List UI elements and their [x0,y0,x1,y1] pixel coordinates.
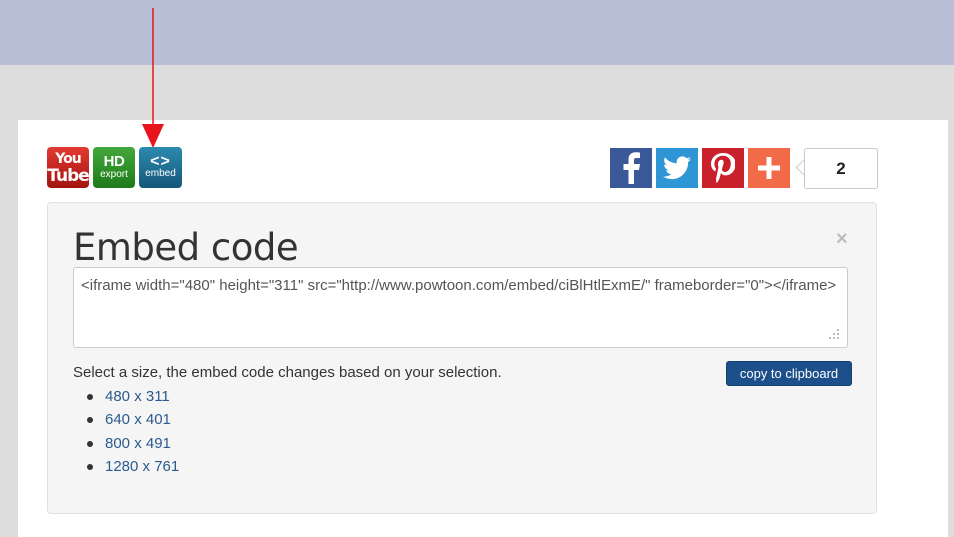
twitter-icon [663,156,691,180]
twitter-share-button[interactable] [656,148,698,188]
export-label: export [100,168,128,180]
share-count-value: 2 [836,158,846,178]
size-option: 480 x 311 [87,385,179,408]
pinterest-share-button[interactable] [702,148,744,188]
hd-export-button[interactable]: HD export [93,147,135,188]
copy-to-clipboard-button[interactable]: copy to clipboard [726,361,852,386]
size-option-640x401[interactable]: 640 x 401 [105,411,171,428]
youtube-upload-button[interactable]: You Tube [47,147,90,188]
size-option-480x311[interactable]: 480 x 311 [105,388,170,405]
youtube-label-top: You [55,150,81,167]
pinterest-icon [711,153,735,183]
youtube-label-bottom: Tube [47,165,90,186]
embed-code-icon: <> [150,152,171,170]
size-option-1280x761[interactable]: 1280 x 761 [105,458,179,475]
annotation-arrow [142,8,164,148]
plus-icon [758,157,780,179]
size-option: 640 x 401 [87,408,179,431]
resize-handle-icon[interactable] [825,326,841,342]
more-share-button[interactable] [748,148,790,188]
size-option: 1280 x 761 [87,455,179,478]
facebook-icon [623,152,640,184]
size-option-800x491[interactable]: 800 x 491 [105,435,171,452]
size-option: 800 x 491 [87,432,179,455]
hd-label: HD [103,152,125,170]
share-count: 2 [804,148,878,189]
size-options-list: 480 x 311 640 x 401 800 x 491 1280 x 761 [87,385,179,478]
close-icon[interactable]: × [836,228,848,251]
embed-code-textarea[interactable]: <iframe width="480" height="311" src="ht… [73,267,848,348]
embed-button[interactable]: <> embed [139,147,182,188]
facebook-share-button[interactable] [610,148,652,188]
panel-title: Embed code [73,226,299,269]
size-instruction: Select a size, the embed code changes ba… [73,364,502,381]
embed-label: embed [145,167,176,179]
